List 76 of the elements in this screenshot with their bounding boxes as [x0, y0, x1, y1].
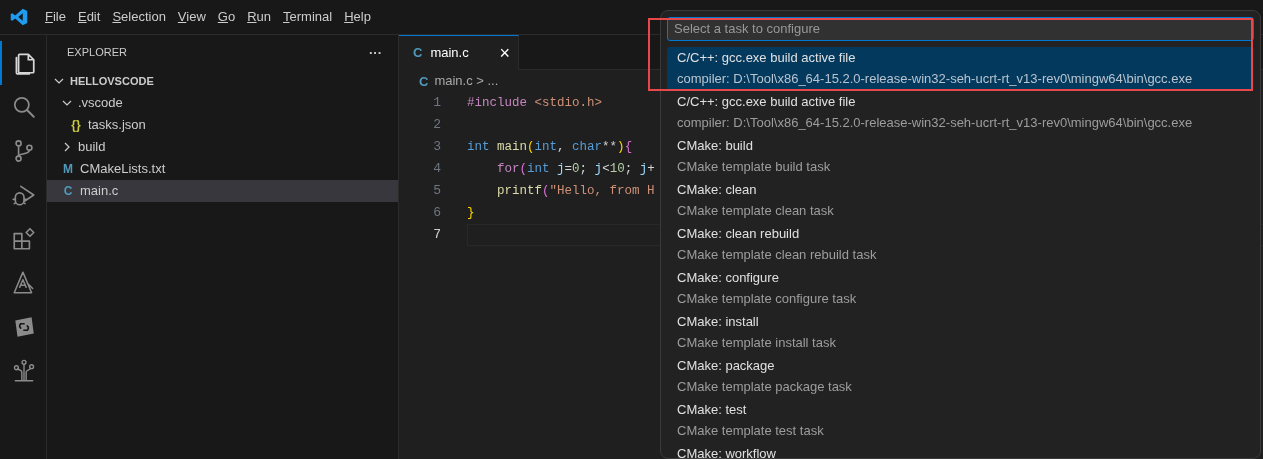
- more-button[interactable]: ···: [369, 42, 382, 63]
- task-detail: CMake template clean rebuild task: [677, 245, 878, 264]
- task-label: CMake: test: [677, 400, 748, 419]
- menu-item[interactable]: Selection: [107, 7, 171, 27]
- menu-item[interactable]: Edit: [72, 7, 106, 27]
- task-option[interactable]: CMake: clean CMake template clean task: [667, 178, 1254, 223]
- task-detail: CMake template build task: [677, 157, 832, 176]
- search-field[interactable]: Select a task to configure: [667, 16, 1254, 41]
- task-detail: compiler: D:\Tool\x86_64-15.2.0-release-win32-seh-ucrt-rt_v13-rev0\mingw64\bin\gcc.exe: [677, 113, 1194, 132]
- task-label: CMake: clean: [677, 180, 758, 199]
- menu-item[interactable]: Go: [212, 7, 241, 27]
- search-icon: [11, 94, 37, 120]
- extensions-icon: [11, 226, 37, 252]
- tree-item[interactable]: .vscode: [47, 92, 398, 114]
- tree-item[interactable]: build: [47, 136, 398, 158]
- code-line: }: [467, 204, 475, 222]
- task-option[interactable]: C/C++: gcc.exe build active file compiler: D:\Tool\x86_64-15.2.0-release-win32-seh-ucrt-rt_v13-rev0\mingw64\bin\gcc.exe: [667, 46, 1254, 91]
- task-detail: CMake template package task: [677, 377, 853, 396]
- task-option[interactable]: CMake: test CMake template test task: [667, 398, 1254, 443]
- menu-item[interactable]: File: [40, 7, 71, 27]
- task-option[interactable]: CMake: install CMake template install task: [667, 310, 1254, 355]
- task-label: CMake: clean rebuild: [677, 224, 801, 243]
- line-number: 5: [432, 182, 441, 201]
- code-line: for(int j=0; j<10; j+: [496, 160, 655, 178]
- tree-item[interactable]: HELLOVSCODE: [47, 70, 398, 92]
- task-detail: compiler: D:\Tool\x86_64-15.2.0-release-win32-seh-ucrt-rt_v13-rev0\mingw64\bin\gcc.exe: [677, 69, 1194, 88]
- cmake-file-icon: M: [61, 160, 75, 178]
- c-file-icon: C: [61, 182, 75, 200]
- line-number: 3: [432, 138, 441, 157]
- json-file-icon: {}: [69, 116, 83, 134]
- breadcrumb[interactable]: main.c > ...: [434, 71, 499, 91]
- tree-item[interactable]: C main.c: [47, 180, 398, 202]
- task-label: C/C++: gcc.exe build active file: [677, 48, 857, 67]
- task-label: CMake: workflow: [677, 444, 777, 458]
- task-label: CMake: build: [677, 136, 754, 155]
- line-number: 4: [432, 160, 441, 179]
- close-button[interactable]: ×: [499, 44, 510, 62]
- line-number: 2: [432, 116, 441, 135]
- editor-tab[interactable]: C main.c ×: [399, 35, 519, 70]
- folder-name: build: [78, 138, 106, 157]
- task-label: CMake: configure: [677, 268, 780, 287]
- tree-icon: [11, 358, 37, 384]
- task-label: CMake: install: [677, 312, 760, 331]
- folder-name: HELLOVSCODE: [70, 73, 154, 89]
- tree-item[interactable]: {} tasks.json: [47, 114, 398, 136]
- task-detail: CMake template install task: [677, 333, 837, 352]
- logo-icon: [10, 8, 28, 26]
- menu-item[interactable]: View: [172, 7, 211, 27]
- task-option[interactable]: CMake: build CMake template build task: [667, 134, 1254, 179]
- menu-item[interactable]: Help: [339, 7, 376, 27]
- file-name: main.c: [80, 182, 119, 201]
- c-file-icon: C: [419, 74, 429, 88]
- code-line: int main(int, char**){: [467, 138, 633, 156]
- panel-title: EXPLORER: [67, 45, 127, 61]
- task-option[interactable]: CMake: configure CMake template configure task: [667, 266, 1254, 311]
- file-name: CMakeLists.txt: [80, 160, 166, 179]
- code-line: printf("Hello, from H: [496, 182, 655, 200]
- task-detail: CMake template test task: [677, 421, 825, 440]
- tree-item[interactable]: M CMakeLists.txt: [47, 158, 398, 180]
- menu-item[interactable]: Run: [242, 7, 277, 27]
- task-label: CMake: package: [677, 356, 776, 375]
- task-detail: CMake template clean task: [677, 201, 835, 220]
- line-number: 6: [432, 204, 441, 223]
- task-option[interactable]: CMake: workflow: [667, 442, 1254, 458]
- task-option[interactable]: C/C++: gcc.exe build active file compiler: D:\Tool\x86_64-15.2.0-release-win32-seh-ucrt-rt_v13-rev0\mingw64\bin\gcc.exe: [667, 90, 1254, 135]
- c-file-icon: C: [413, 43, 423, 63]
- task-detail: CMake template configure task: [677, 289, 858, 308]
- menu-item[interactable]: Terminal: [278, 7, 338, 27]
- task-option[interactable]: CMake: clean rebuild CMake template clean rebuild task: [667, 222, 1254, 267]
- task-option[interactable]: CMake: package CMake template package task: [667, 354, 1254, 399]
- file-name: tasks.json: [88, 116, 146, 135]
- line-number: 1: [432, 94, 441, 113]
- line-number: 7: [432, 226, 441, 245]
- folder-name: .vscode: [78, 94, 123, 113]
- code-line: #include <stdio.h>: [467, 94, 603, 112]
- task-label: C/C++: gcc.exe build active file: [677, 92, 857, 111]
